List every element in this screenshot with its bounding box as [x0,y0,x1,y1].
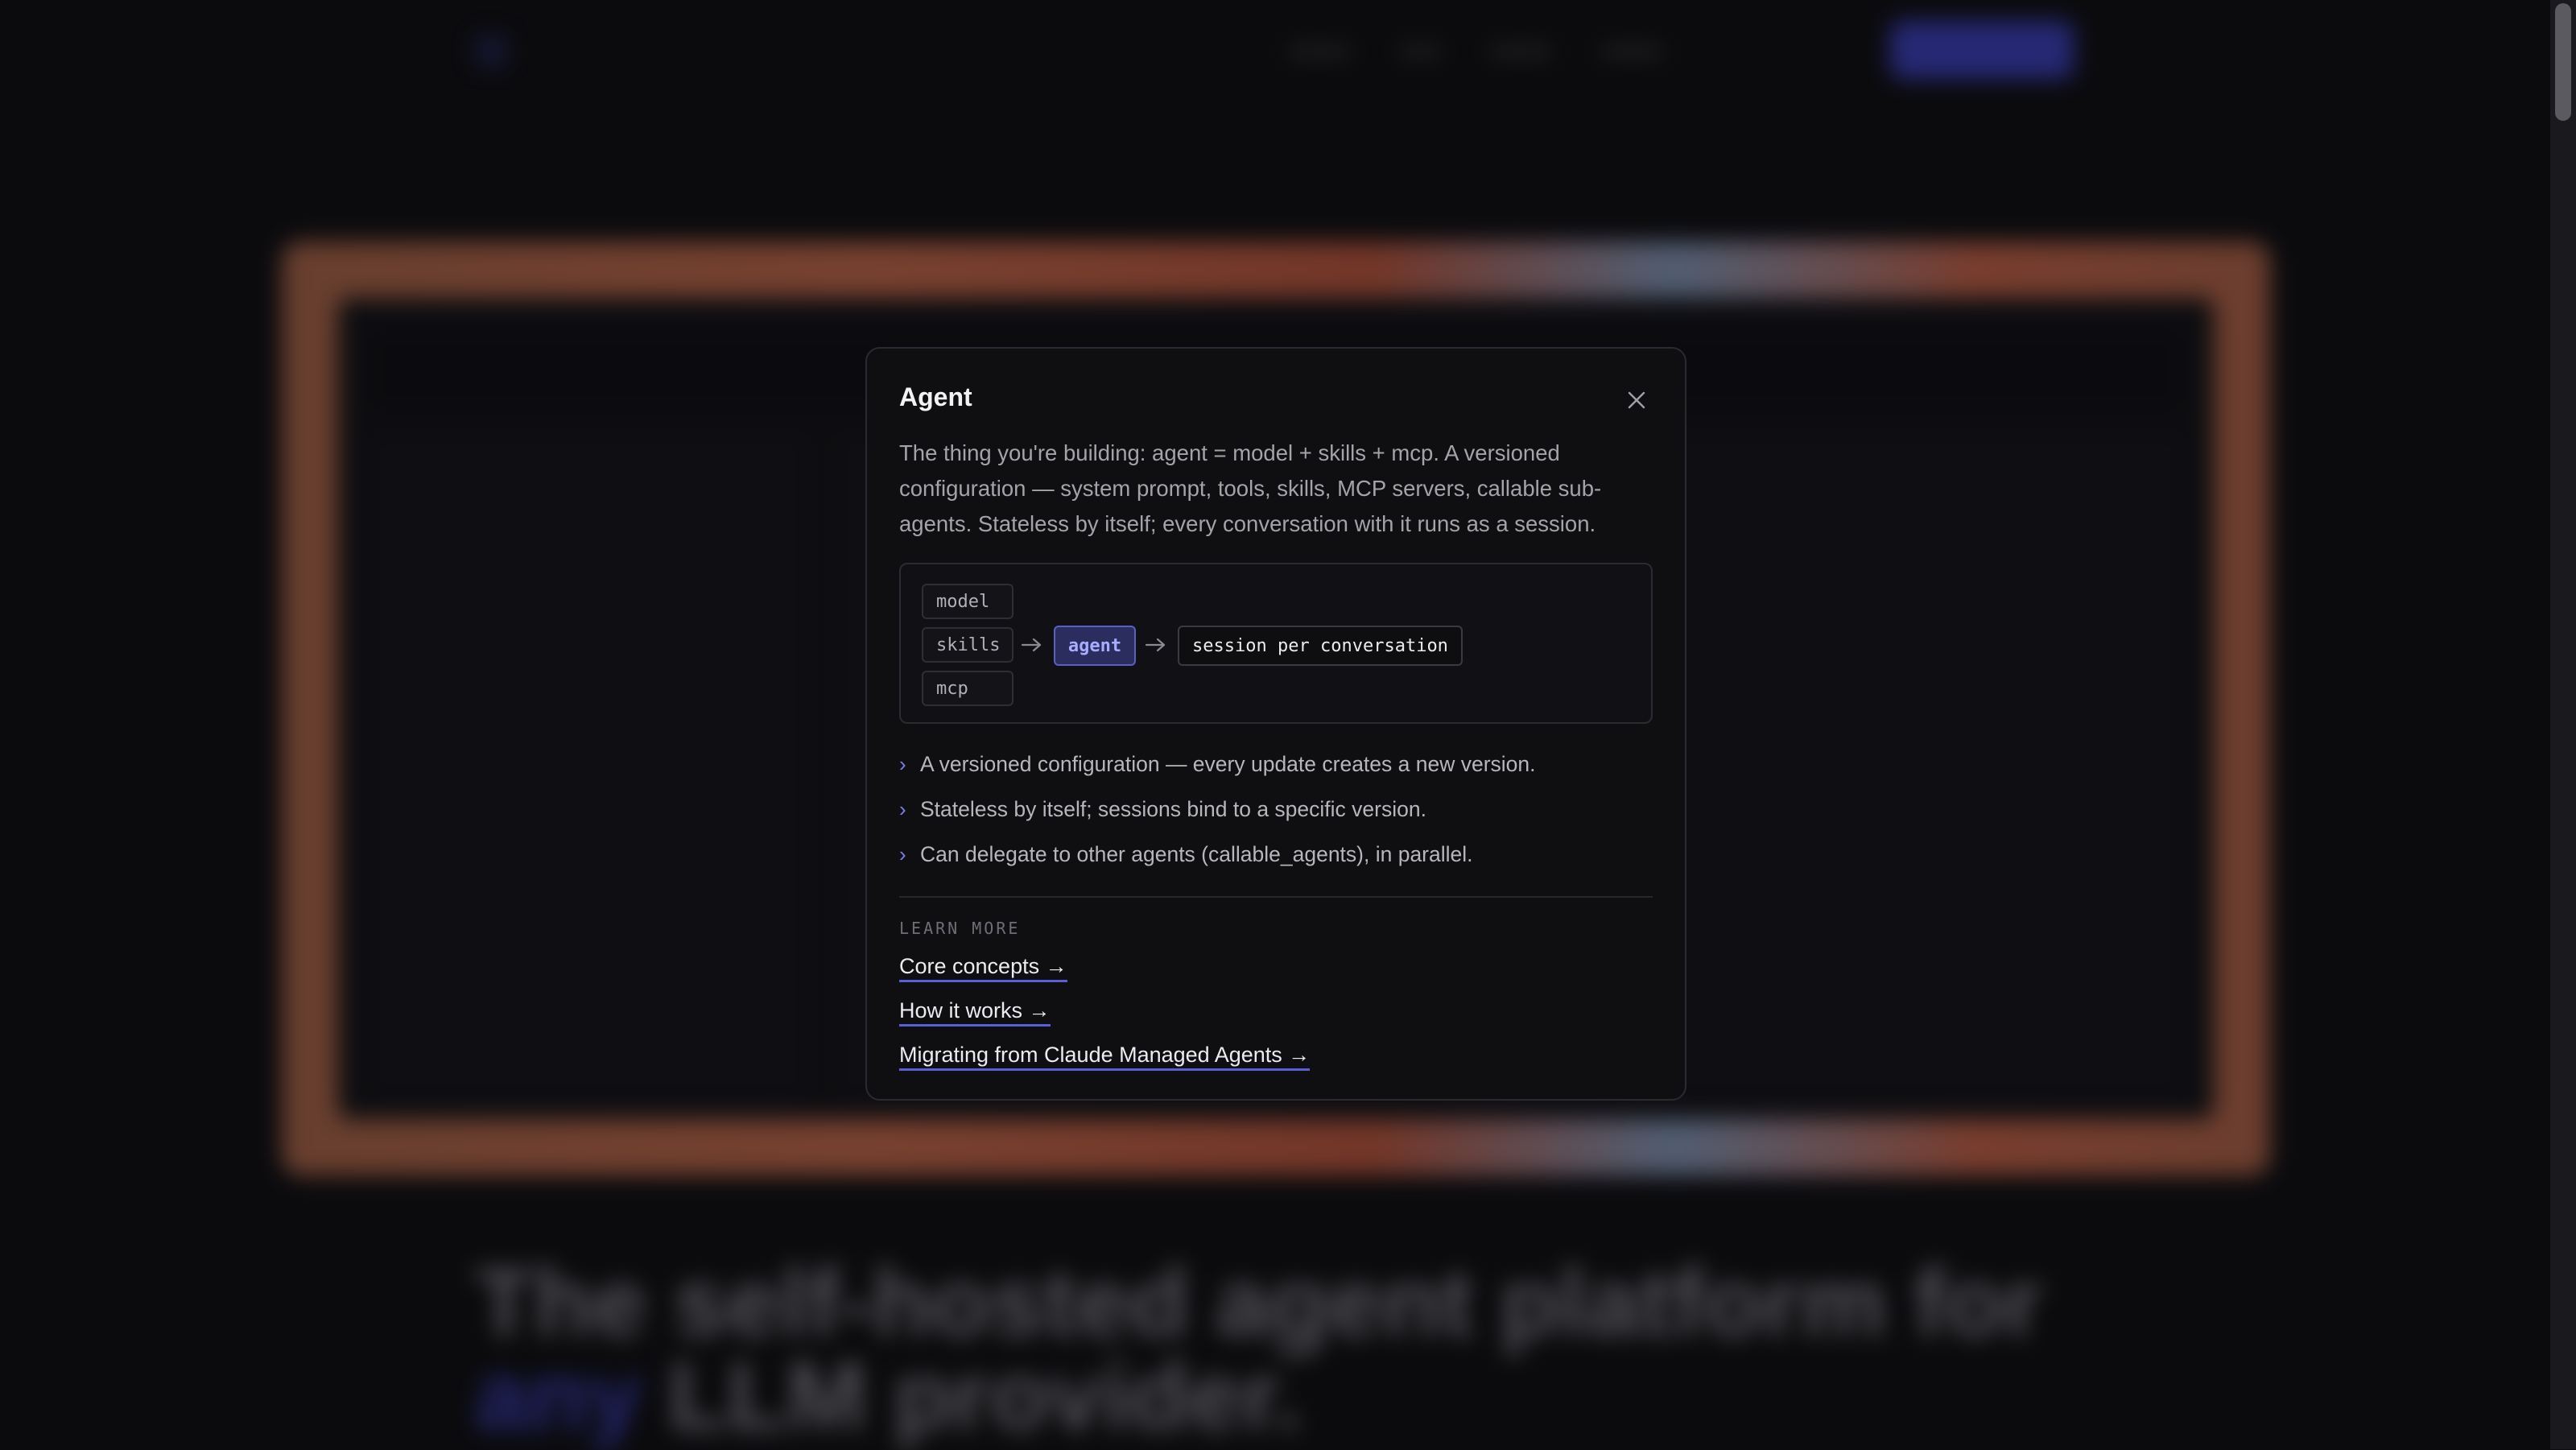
diagram-input-skills: skills [922,627,1013,663]
list-item-text: A versioned configuration — every update… [920,752,1536,776]
nav-link[interactable]: ▬▬▬ [1489,35,1552,60]
hero-screenshot-panel [1747,435,2182,1095]
agent-modal: Agent The thing you're building: agent =… [865,347,1686,1101]
chevron-right-icon: › [899,842,906,866]
diagram-output-session: session per conversation [1178,626,1463,666]
top-nav: ▬▬▬ ▬▬ ▬▬▬ ▬▬▬ [1288,35,1663,60]
list-item: › A versioned configuration — every upda… [899,742,1653,787]
site-logo[interactable] [475,32,580,69]
divider [899,896,1653,898]
learn-more-links: Core concepts → How it works → Migrating… [899,952,1653,1071]
diagram-input-mcp: mcp [922,671,1013,706]
link-how-it-works[interactable]: How it works → [899,997,1051,1027]
page-scrollbar[interactable] [2550,0,2576,1449]
list-item-text: Can delegate to other agents (callable_a… [920,842,1473,866]
headline-text: LLM provider. [641,1342,1302,1450]
nav-link[interactable]: ▬▬▬ [1600,35,1663,60]
arrow-right-icon [1142,629,1170,661]
agent-diagram: model skills mcp agent session per conve… [899,563,1653,724]
hero-headline: The self-hosted agent platform for any L… [475,1254,2085,1444]
learn-more-label: LEARN MORE [899,919,1021,938]
list-item-text: Stateless by itself; sessions bind to a … [920,797,1426,821]
link-migrating[interactable]: Migrating from Claude Managed Agents → [899,1041,1311,1071]
logo-mark-icon [475,35,507,67]
diagram-agent: agent [1054,626,1136,666]
nav-link[interactable]: ▬▬ [1399,35,1441,60]
arrow-right-icon [1018,629,1046,661]
close-icon [1628,391,1645,409]
nav-link[interactable]: ▬▬▬ [1288,35,1351,60]
chevron-right-icon: › [899,752,906,776]
list-item: › Can delegate to other agents (callable… [899,832,1653,877]
scrollbar-thumb[interactable] [2555,3,2571,121]
chevron-right-icon: › [899,797,906,821]
headline-text: The self-hosted agent platform for [475,1249,2042,1357]
nav-cta-button[interactable] [1890,21,2074,79]
headline-accent: any [475,1342,642,1450]
modal-title: Agent [899,382,972,411]
list-item: › Stateless by itself; sessions bind to … [899,787,1653,832]
hero-screenshot-panel [370,435,805,1095]
feature-list: › A versioned configuration — every upda… [899,742,1653,877]
modal-description: The thing you're building: agent = model… [899,440,1602,536]
close-button[interactable] [1620,384,1653,416]
link-core-concepts[interactable]: Core concepts → [899,952,1067,982]
diagram-input-model: model [922,584,1013,619]
